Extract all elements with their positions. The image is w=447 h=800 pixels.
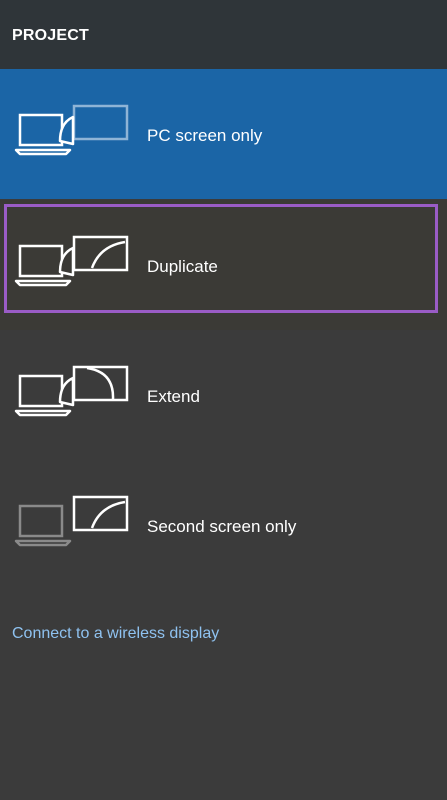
option-label: Extend — [147, 387, 200, 406]
duplicate-icon — [14, 235, 129, 287]
panel-title: PROJECT — [12, 27, 89, 44]
project-panel: PROJECT PC screen only Duplicate Extend … — [0, 0, 447, 800]
extend-icon — [14, 365, 129, 417]
option-pc-screen-only[interactable]: PC screen only — [0, 69, 447, 199]
option-extend[interactable]: Extend — [0, 330, 447, 460]
option-label: Duplicate — [147, 257, 218, 276]
option-second-screen-only[interactable]: Second screen only — [0, 460, 447, 590]
option-duplicate[interactable]: Duplicate — [0, 200, 447, 330]
panel-header: PROJECT — [0, 0, 447, 69]
second-screen-only-icon — [14, 495, 129, 547]
option-label: PC screen only — [147, 126, 263, 145]
pc-screen-only-icon — [14, 104, 129, 156]
option-label: Second screen only — [147, 517, 297, 536]
connect-wireless-display-link[interactable]: Connect to a wireless display — [12, 625, 219, 643]
